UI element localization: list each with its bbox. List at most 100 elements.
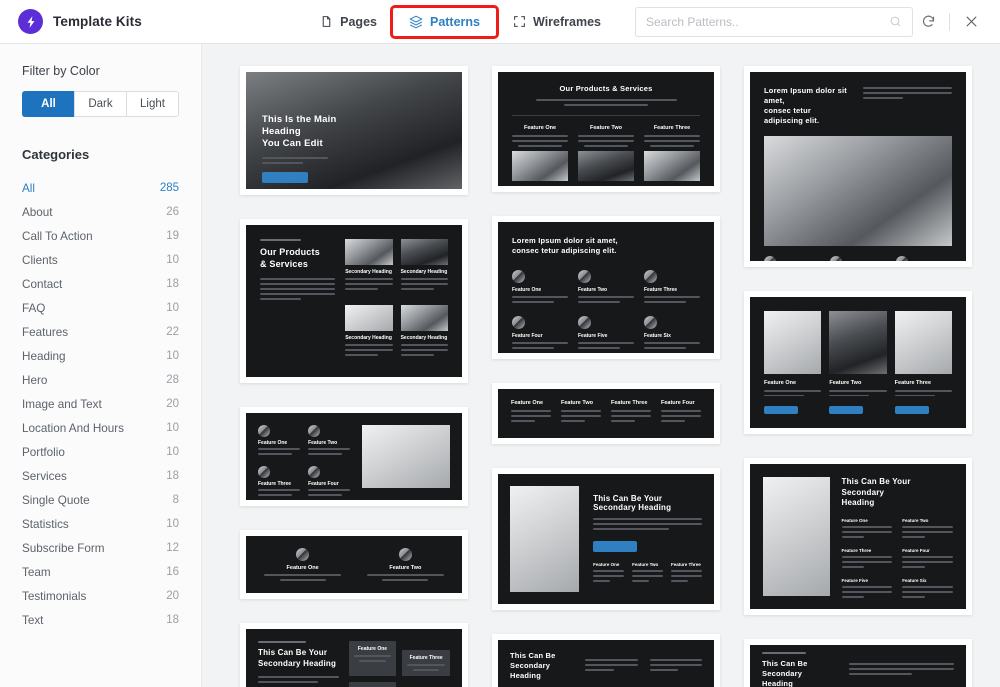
filter-by-color-title: Filter by Color: [22, 64, 100, 78]
card2-f3: Feature Three: [653, 125, 691, 131]
card7-f3: Feature Three: [258, 481, 292, 487]
category-label: Contact: [22, 277, 63, 291]
card1-heading: This Is the Main Heading: [262, 114, 337, 137]
pattern-card[interactable]: Lorem Ipsum dolor sit amet, consec tetur…: [492, 216, 720, 359]
category-count: 28: [166, 374, 179, 386]
color-filter-light[interactable]: Light: [126, 91, 179, 117]
category-count: 12: [166, 542, 179, 554]
card11-f1: Feature One: [841, 517, 868, 523]
color-filter-all[interactable]: All: [22, 91, 74, 117]
pattern-card[interactable]: This Can Be Your Secondary Heading Featu…: [492, 468, 720, 610]
card10-f2: Feature Two: [829, 379, 862, 386]
category-count: 19: [166, 230, 179, 242]
card7-f2: Feature Two: [308, 440, 338, 446]
card5-heading2: consec tetur adipiscing elit.: [512, 246, 617, 255]
search-icon: [889, 15, 902, 28]
app-header: Template Kits Pages Patterns Wireframes: [0, 0, 1000, 44]
category-item[interactable]: Image and Text 20: [0, 392, 201, 416]
card10-button-2: [829, 406, 864, 414]
page-icon: [319, 15, 333, 29]
card11-f5: Feature Five: [841, 577, 869, 583]
lightning-bolt-icon: [18, 9, 43, 34]
card3-heading2: consec tetur adipiscing elit.: [764, 106, 820, 125]
category-item[interactable]: Team 16: [0, 560, 201, 584]
search-input[interactable]: [646, 14, 889, 29]
refresh-icon[interactable]: [913, 7, 943, 37]
category-item[interactable]: All 285: [0, 176, 201, 200]
category-count: 10: [166, 422, 179, 434]
card10-button-3: [894, 406, 929, 414]
category-count: 10: [166, 254, 179, 266]
pattern-card[interactable]: This Can Be Secondary Heading: [744, 639, 972, 687]
card6-f4: Feature Four: [661, 400, 695, 406]
pattern-card[interactable]: Our Products & Services Secondary Headin…: [240, 219, 468, 383]
pattern-card[interactable]: Lorem Ipsum dolor sit amet, consec tetur…: [744, 66, 972, 267]
category-item[interactable]: Text 18: [0, 608, 201, 632]
category-item[interactable]: FAQ 10: [0, 296, 201, 320]
pattern-card[interactable]: Feature One Feature Two Feature Three Fe…: [492, 383, 720, 444]
tab-patterns[interactable]: Patterns: [389, 4, 500, 39]
category-item[interactable]: Testimonials 20: [0, 584, 201, 608]
category-label: Testimonials: [22, 589, 87, 603]
category-item[interactable]: Hero 28: [0, 368, 201, 392]
patterns-grid: This Is the Main Heading You Can Edit Ou…: [240, 66, 972, 687]
category-item[interactable]: Call To Action 19: [0, 224, 201, 248]
search-box[interactable]: [635, 6, 913, 37]
card5-f3: Feature Three: [644, 287, 678, 293]
pattern-card[interactable]: This Is the Main Heading You Can Edit: [240, 66, 468, 195]
card7-f4: Feature Four: [308, 481, 339, 487]
category-item[interactable]: Location And Hours 10: [0, 416, 201, 440]
sidebar: Filter by Color All Dark Light Categorie…: [0, 44, 202, 687]
pattern-card[interactable]: This Can Be Your Secondary Heading Featu…: [240, 623, 468, 687]
category-count: 22: [166, 326, 179, 338]
header-actions: [913, 7, 986, 37]
category-item[interactable]: Portfolio 10: [0, 440, 201, 464]
category-item[interactable]: Clients 10: [0, 248, 201, 272]
category-item[interactable]: Contact 18: [0, 272, 201, 296]
header-tabs: Pages Patterns Wireframes: [307, 4, 913, 39]
category-item[interactable]: Services 18: [0, 464, 201, 488]
category-item[interactable]: Single Quote 8: [0, 488, 201, 512]
close-icon[interactable]: [956, 7, 986, 37]
pattern-card[interactable]: This Can Be Your Secondary Heading Featu…: [744, 458, 972, 615]
tab-pages[interactable]: Pages: [307, 9, 389, 35]
category-label: Statistics: [22, 517, 69, 531]
category-label: About: [22, 205, 53, 219]
patterns-grid-scroll[interactable]: This Is the Main Heading You Can Edit Ou…: [202, 44, 1000, 687]
pattern-card[interactable]: Feature One Feature Two Feature Three Fe…: [240, 407, 468, 506]
category-item[interactable]: About 26: [0, 200, 201, 224]
category-label: Team: [22, 565, 51, 579]
card5-f5: Feature Five: [578, 333, 608, 339]
card11-heading2: Heading: [841, 498, 875, 508]
frame-icon: [512, 15, 526, 29]
card12-heading: This Can Be Your: [258, 648, 328, 657]
pattern-card[interactable]: Feature One Feature Two: [240, 530, 468, 599]
tab-pages-label: Pages: [340, 14, 377, 29]
card13-heading2: Secondary Heading: [510, 661, 551, 680]
card8-f2: Feature Two: [389, 565, 422, 571]
card5-f2: Feature Two: [578, 287, 608, 293]
card3-heading: Lorem Ipsum dolor sit amet,: [764, 86, 847, 105]
pattern-card[interactable]: Feature One Feature Two Feature Three: [744, 291, 972, 434]
card9-heading: This Can Be Your Secondary Heading: [593, 493, 672, 512]
tab-patterns-label: Patterns: [429, 14, 481, 29]
pattern-card[interactable]: This Can Be Secondary Heading: [492, 634, 720, 687]
card4-s2: Secondary Heading: [400, 269, 448, 275]
card11-f4: Feature Four: [902, 547, 930, 553]
card11-f3: Feature Three: [841, 547, 872, 553]
category-item[interactable]: Heading 10: [0, 344, 201, 368]
color-filter-dark[interactable]: Dark: [74, 91, 126, 117]
card9-f2: Feature Two: [632, 561, 659, 567]
card4-s4: Secondary Heading: [400, 335, 448, 341]
card11-heading: This Can Be Your Secondary: [841, 477, 911, 497]
category-count: 16: [166, 566, 179, 578]
category-item[interactable]: Subscribe Form 12: [0, 536, 201, 560]
card14-heading: This Can Be Secondary: [762, 658, 808, 678]
category-label: Subscribe Form: [22, 541, 105, 555]
card5-f1: Feature One: [512, 287, 542, 293]
card5-f6: Feature Six: [644, 333, 671, 339]
category-item[interactable]: Statistics 10: [0, 512, 201, 536]
pattern-card[interactable]: Our Products & Services Feature One Feat…: [492, 66, 720, 192]
category-item[interactable]: Features 22: [0, 320, 201, 344]
tab-wireframes[interactable]: Wireframes: [500, 9, 613, 35]
